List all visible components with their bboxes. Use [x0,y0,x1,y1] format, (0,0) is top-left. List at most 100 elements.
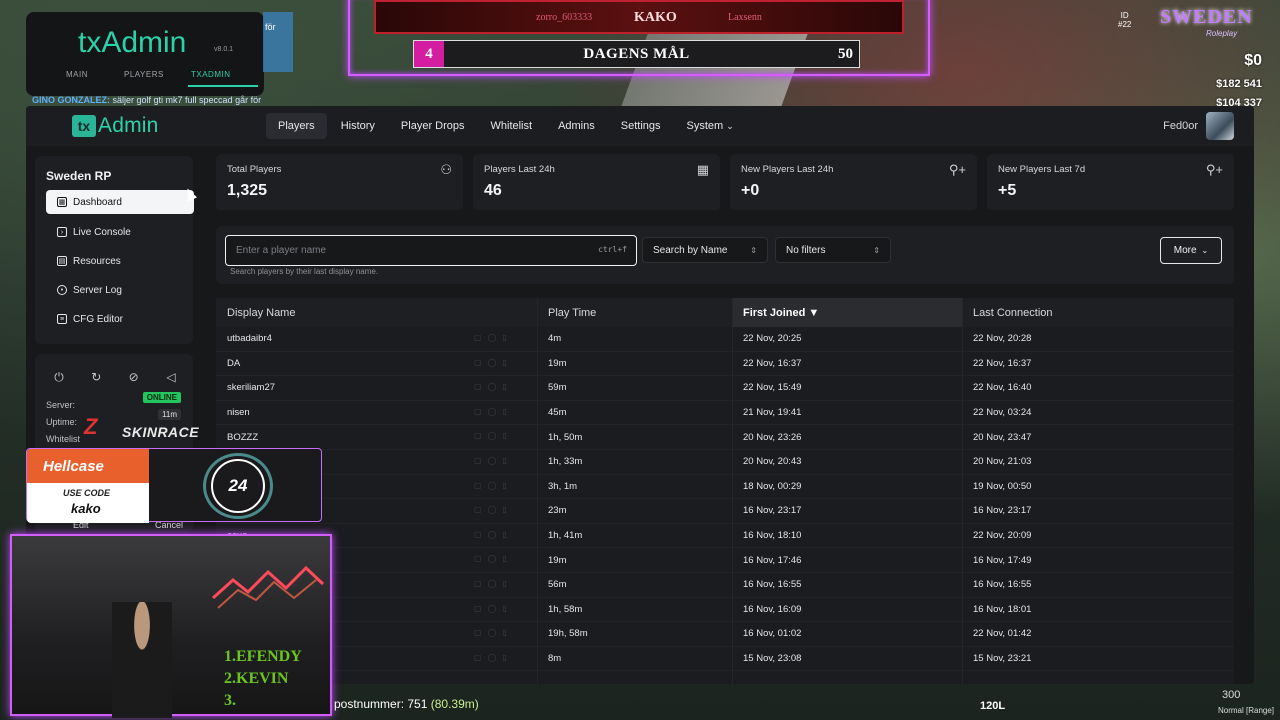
sidebar-item-resources[interactable]: ▤ Resources [46,249,194,273]
fuel-readout: 120L [980,700,1006,712]
neon-lights [211,565,325,609]
table-row[interactable]: 8m 15 Nov, 23:08 15 Nov, 23:21 ▢◯▯ [216,647,1234,672]
chevron-updown-icon: ⇕ [750,245,757,255]
cell-play-time: 1h, 58m [548,603,583,615]
nav-player-drops[interactable]: Player Drops [389,113,477,139]
cell-first-joined: 20 Nov, 20:43 [743,456,802,468]
sidebar-item-server-log[interactable]: • Server Log [46,278,194,302]
sidebar-item-live-console[interactable]: › Live Console [46,220,194,244]
txadmin-logo[interactable]: tx Admin [72,114,222,138]
nav-players[interactable]: Players [266,113,327,139]
table-row[interactable]: skeriliam27 59m 22 Nov, 15:49 22 Nov, 16:40… [216,376,1234,401]
row-status-icons: ▢◯▯ [474,382,513,392]
cell-last-connection: 16 Nov, 23:17 [973,505,1032,517]
hellcase-brand: Hellcase [27,449,149,483]
cell-last-connection: 22 Nov, 20:09 [973,530,1032,542]
table-row[interactable]: nisen 45m 21 Nov, 19:41 22 Nov, 03:24 ▢◯▯ [216,401,1234,426]
leaderboard-3: 3. [224,692,236,709]
row-status-icons: ▢◯▯ [474,431,513,441]
speedometer-max: 300 [1222,689,1241,701]
nav-admins[interactable]: Admins [546,113,607,139]
table-row[interactable]: 1h, 58m 16 Nov, 16:09 16 Nov, 18:01 ▢◯▯ [216,598,1234,623]
sidebar-item-label: CFG Editor [73,313,124,325]
row-status-icons: ▢◯▯ [474,579,513,588]
table-row[interactable]: 1h, 33m 20 Nov, 20:43 20 Nov, 21:03 ▢◯▯ [216,450,1234,475]
kick-all-icon[interactable]: ⊘ [120,366,148,388]
announce-icon[interactable]: ◁ [157,366,185,388]
stat-total-players: Total Players 1,325 ⚇ [216,154,463,210]
logo-text: Admin [98,114,159,137]
streamer [112,602,172,718]
overlay-version: v8.0.1 [214,46,234,53]
sidebar-item-label: Dashboard [73,196,122,208]
cell-last-connection: 20 Nov, 23:47 [973,431,1032,443]
search-input[interactable] [226,236,636,265]
stat-label: Total Players [227,164,282,175]
nav-system[interactable]: System ⌄ [675,113,746,139]
stat-label: New Players Last 24h [741,164,834,175]
cell-first-joined: 16 Nov, 18:10 [743,530,802,542]
cell-play-time: 8m [548,653,562,665]
overlay-tab-txadmin: TXADMIN [191,70,231,79]
sidebar-item-cfg-editor[interactable]: ≡ CFG Editor [46,307,194,331]
cell-first-joined: 22 Nov, 16:37 [743,357,802,369]
skinrace-logo: SKINRACE [122,424,200,440]
cell-last-connection: 16 Nov, 16:55 [973,579,1032,591]
table-row[interactable]: 23m 16 Nov, 23:17 16 Nov, 23:17 ▢◯▯ [216,499,1234,524]
filters-select[interactable]: No filters ⇕ [775,237,891,263]
power-off-icon[interactable]: ⏻ [45,366,73,388]
users-icon: ⚇ [440,162,452,177]
cell-first-joined: 20 Nov, 23:26 [743,431,802,443]
stat-players-24h: Players Last 24h 46 ▦ [473,154,720,210]
table-row[interactable]: utbadaibr4 4m 22 Nov, 20:25 22 Nov, 20:28 ▢◯… [216,327,1234,352]
overlay-tab-main: MAIN [66,70,88,79]
cell-last-connection: 22 Nov, 16:40 [973,382,1032,394]
cell-first-joined: 15 Nov, 23:08 [743,653,802,665]
table-row[interactable]: 19m 16 Nov, 17:46 16 Nov, 17:49 ▢◯▯ [216,548,1234,573]
overlay-logo-title: txAdmin [78,26,187,59]
table-row[interactable]: 3h, 1m 18 Nov, 00:29 19 Nov, 00:50 ▢◯▯ [216,475,1234,500]
col-display-name[interactable]: Display Name [216,298,537,327]
sidebar-item-dashboard[interactable]: ▦ Dashboard [46,190,194,214]
chevron-down-icon: ⌄ [726,121,734,131]
leaderboard-2: 2.KEVIN [224,670,289,687]
twitch-text: säljer golf gti mk7 full speccad går för [112,95,262,105]
stat-new-players-24h: New Players Last 24h +0 ⚲+ [730,154,977,210]
server-brand-logo: SWEDEN [1160,6,1253,28]
cell-play-time: 3h, 1m [548,480,578,492]
cell-last-connection: 22 Nov, 16:37 [973,357,1032,369]
file-icon: ≡ [57,314,67,324]
cell-display-name: nisen [227,407,250,419]
user-menu[interactable]: Fed0or [1163,112,1234,140]
avatar[interactable] [1206,112,1234,140]
nav-whitelist[interactable]: Whitelist [479,113,545,139]
col-first-joined[interactable]: First Joined ▼ [732,298,962,327]
table-row[interactable]: BOZZZ 1h, 50m 20 Nov, 23:26 20 Nov, 23:47 ▢◯… [216,425,1234,450]
nav-history[interactable]: History [329,113,387,139]
more-label: More [1173,245,1197,256]
stat-value: +5 [998,182,1017,199]
overlay-chat-text: för [265,22,276,32]
calendar-icon: ▦ [696,162,709,177]
cell-last-connection: 19 Nov, 00:50 [973,480,1032,492]
console-icon: › [57,227,67,237]
col-last-connection[interactable]: Last Connection [962,298,1234,327]
cell-last-connection: 15 Nov, 23:21 [973,653,1032,665]
table-row[interactable]: asus1h, 41m16 Nov, 18:1022 Nov, 20:09▢◯▯ [216,524,1234,549]
restart-icon[interactable]: ↻ [82,366,110,388]
search-hint: Search players by their last display nam… [230,267,379,276]
twitch-username: GINO GONZALEZ: [32,95,110,105]
search-by-select[interactable]: Search by Name ⇕ [642,237,768,263]
stat-value: +0 [741,182,760,199]
more-button[interactable]: More ⌄ [1160,237,1222,264]
stat-value: 1,325 [227,182,268,199]
nav-settings[interactable]: Settings [609,113,673,139]
table-row[interactable]: 56m 16 Nov, 16:55 16 Nov, 16:55 ▢◯▯ [216,573,1234,598]
table-row[interactable]: 19h, 58m 16 Nov, 01:02 22 Nov, 01:42 ▢◯▯ [216,622,1234,647]
top-navbar: tx Admin Players History Player Drops Wh… [26,106,1254,146]
resources-icon: ▤ [57,256,67,266]
stat-label: New Players Last 7d [998,164,1086,175]
col-play-time[interactable]: Play Time [537,298,732,327]
cell-play-time: 19h, 58m [548,628,588,640]
table-row[interactable]: DA 19m 22 Nov, 16:37 22 Nov, 16:37 ▢◯▯ [216,352,1234,377]
